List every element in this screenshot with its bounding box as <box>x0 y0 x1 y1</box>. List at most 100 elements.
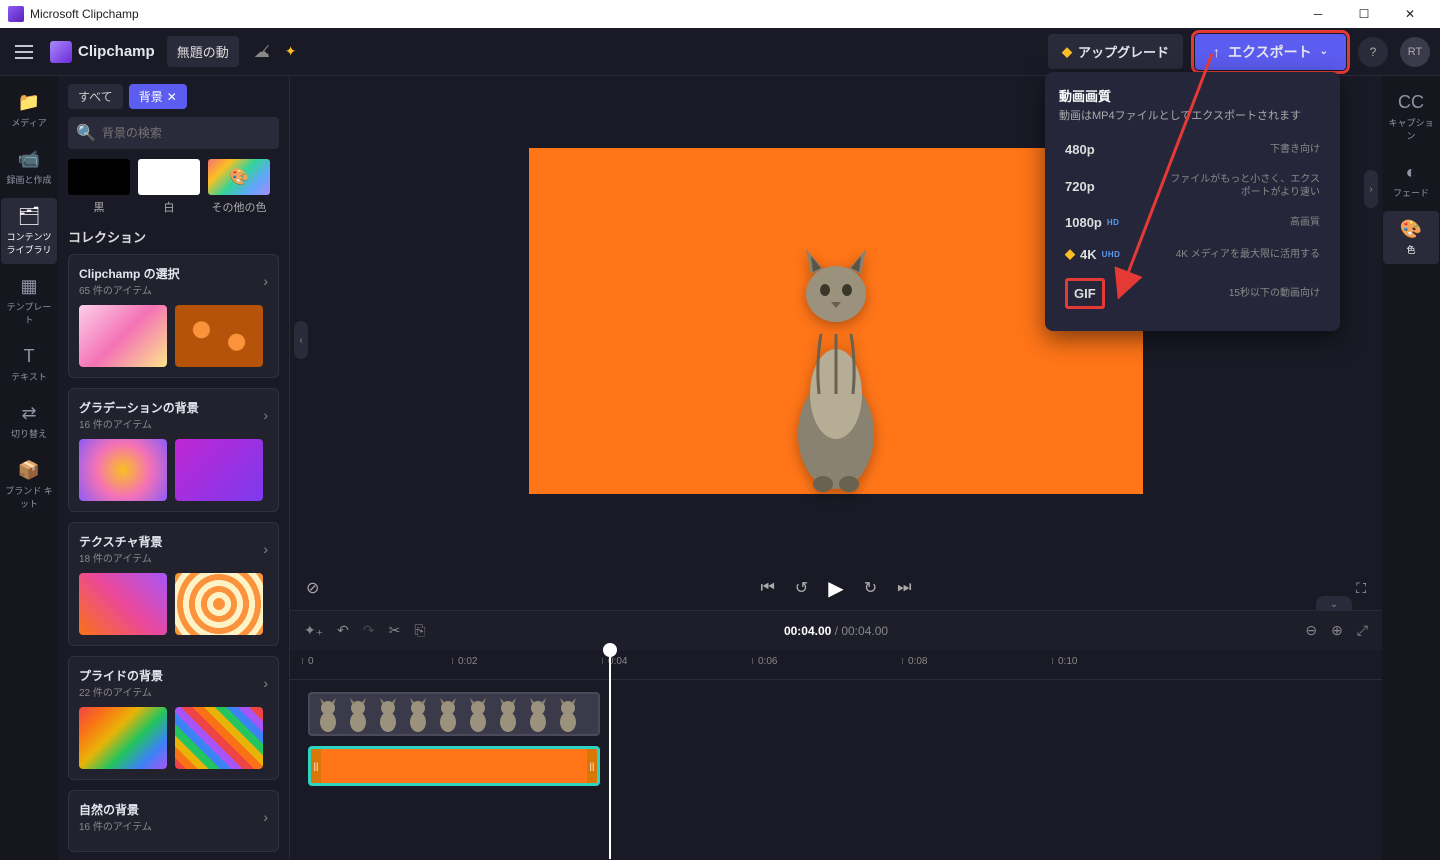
collection-texture[interactable]: テクスチャ背景18 件のアイテム› <box>68 522 279 646</box>
transition-icon: ⇄ <box>21 403 36 424</box>
forward-icon[interactable]: ↻ <box>864 578 877 598</box>
rail-color[interactable]: 🎨色 <box>1383 211 1439 264</box>
fade-icon: ◐ <box>1406 162 1417 183</box>
close-icon[interactable]: ✕ <box>167 90 177 104</box>
user-avatar[interactable]: RT <box>1400 37 1430 67</box>
rail-text[interactable]: Tテキスト <box>1 338 57 391</box>
rail-media[interactable]: 📁メディア <box>1 84 57 137</box>
maximize-button[interactable]: ☐ <box>1342 0 1386 28</box>
undo-icon[interactable]: ↶ <box>337 622 349 639</box>
skip-end-icon[interactable]: ⏭ <box>897 579 911 597</box>
text-icon: T <box>24 346 35 367</box>
cut-icon[interactable]: ✂ <box>389 622 401 639</box>
collection-gradient[interactable]: グラデーションの背景16 件のアイテム› <box>68 388 279 512</box>
chevron-right-icon: › <box>263 541 268 557</box>
left-rail: 📁メディア 📹録画と作成 🗂コンテンツ ライブラリ ▦テンプレート Tテキスト … <box>0 76 58 860</box>
collections-heading: コレクション <box>68 227 279 246</box>
chevron-right-icon: › <box>263 407 268 423</box>
rewind-icon[interactable]: ↺ <box>795 578 808 598</box>
rail-content-library[interactable]: 🗂コンテンツ ライブラリ <box>1 198 57 264</box>
chevron-right-icon: › <box>263 675 268 691</box>
palette-icon: 🎨 <box>1400 219 1422 240</box>
timeline-toolbar: ✦₊ ↶ ↷ ✂ ⎘ 00:04.00 / 00:04.00 ⊖ ⊕ ⤢ <box>290 610 1382 650</box>
search-box[interactable]: 🔍 <box>68 117 279 149</box>
rail-fade[interactable]: ◐フェード <box>1383 154 1439 207</box>
fullscreen-icon[interactable]: ⛶ <box>1356 580 1366 597</box>
cc-icon: CC <box>1398 92 1424 113</box>
brandkit-icon: 📦 <box>18 460 40 481</box>
skip-start-icon[interactable]: ⏮ <box>760 579 774 597</box>
timeline-ruler[interactable]: 0 0:02 0:04 0:06 0:08 0:10 <box>290 650 1382 680</box>
panel-collapse-right[interactable]: › <box>1364 170 1378 208</box>
library-icon: 🗂 <box>18 206 41 227</box>
rail-captions[interactable]: CCキャプション <box>1383 84 1439 150</box>
grid-icon: ▦ <box>20 276 37 297</box>
menu-button[interactable] <box>10 38 38 66</box>
quality-480p[interactable]: 480p下書き向け <box>1059 134 1326 165</box>
collection-clipchamp-picks[interactable]: Clipchamp の選択65 件のアイテム› <box>68 254 279 378</box>
export-button[interactable]: ↑ エクスポート ⌄ <box>1195 34 1346 70</box>
quality-gif[interactable]: GIF15秒以下の動画向け <box>1059 270 1326 317</box>
collection-pride[interactable]: プライドの背景22 件のアイテム› <box>68 656 279 780</box>
export-menu-title: 動画画質 <box>1059 86 1326 105</box>
window-controls: ─ ☐ ✕ <box>1296 0 1432 28</box>
preview-disabled-icon[interactable]: ⊘ <box>306 578 319 598</box>
chevron-down-icon: ⌄ <box>1320 46 1328 57</box>
brand[interactable]: Clipchamp <box>50 41 155 63</box>
timeline-tracks: || || <box>290 680 1382 860</box>
redo-icon[interactable]: ↷ <box>363 622 375 639</box>
export-quality-menu: 動画画質 動画はMP4ファイルとしてエクスポートされます 480p下書き向け 7… <box>1045 72 1340 331</box>
panel-collapse-left[interactable]: ‹ <box>294 321 308 359</box>
auto-icon[interactable]: ✦₊ <box>304 622 323 639</box>
cloud-sync-off-icon[interactable]: ☁̸ <box>251 41 273 63</box>
quality-4k[interactable]: ◆4KUHD4K メディアを最大限に活用する <box>1059 238 1326 270</box>
upgrade-button[interactable]: ◆ アップグレード <box>1048 34 1183 69</box>
zoom-out-icon[interactable]: ⊖ <box>1305 622 1317 639</box>
clip-handle-left[interactable]: || <box>311 749 321 783</box>
split-icon[interactable]: ⎘ <box>414 622 425 639</box>
camera-icon: 📹 <box>18 149 40 170</box>
chevron-right-icon: › <box>263 809 268 825</box>
collection-nature[interactable]: 自然の背景16 件のアイテム› <box>68 790 279 852</box>
filter-background[interactable]: 背景✕ <box>129 84 187 109</box>
background-clip-orange[interactable]: || || <box>308 746 600 786</box>
export-menu-subtitle: 動画はMP4ファイルとしてエクスポートされます <box>1059 109 1326 124</box>
swatch-other[interactable]: 🎨その他の色 <box>208 159 270 215</box>
playhead[interactable] <box>609 650 611 859</box>
play-button[interactable]: ▶ <box>828 576 843 601</box>
titlebar: Microsoft Clipchamp ─ ☐ ✕ <box>0 0 1440 28</box>
minimize-button[interactable]: ─ <box>1296 0 1340 28</box>
folder-icon: 📁 <box>18 92 40 113</box>
playback-bar: ⊘ ⏮ ↺ ▶ ↻ ⏭ ⛶ <box>290 566 1382 610</box>
video-clip-cat[interactable] <box>308 692 600 736</box>
window-title: Microsoft Clipchamp <box>30 7 139 21</box>
fit-icon[interactable]: ⤢ <box>1357 622 1368 639</box>
side-panel: すべて 背景✕ 🔍 黒 白 🎨その他の色 コレクション Clipchamp の選… <box>58 76 290 860</box>
diamond-icon: ◆ <box>1062 44 1072 60</box>
top-toolbar: Clipchamp 無題の動 ☁̸ ✦ ◆ アップグレード ↑ エクスポート ⌄… <box>0 28 1440 76</box>
swatch-white[interactable]: 白 <box>138 159 200 215</box>
timecode: 00:04.00 / 00:04.00 <box>784 624 888 638</box>
zoom-in-icon[interactable]: ⊕ <box>1331 622 1343 639</box>
diamond-icon: ◆ <box>1065 246 1075 262</box>
chevron-right-icon: › <box>263 273 268 289</box>
clipchamp-logo-icon <box>50 41 72 63</box>
quality-720p[interactable]: 720pファイルがもっと小さく、エクスポートがより速い <box>1059 165 1326 207</box>
ai-sparkle-icon[interactable]: ✦ <box>285 43 297 60</box>
rail-record[interactable]: 📹録画と作成 <box>1 141 57 194</box>
swatch-black[interactable]: 黒 <box>68 159 130 215</box>
search-input[interactable] <box>102 126 271 140</box>
upload-icon: ↑ <box>1213 44 1220 60</box>
rail-templates[interactable]: ▦テンプレート <box>1 268 57 334</box>
clip-handle-right[interactable]: || <box>587 749 597 783</box>
right-rail: CCキャプション ◐フェード 🎨色 <box>1382 76 1440 860</box>
rail-transitions[interactable]: ⇄切り替え <box>1 395 57 448</box>
quality-1080p[interactable]: 1080pHD高画質 <box>1059 207 1326 238</box>
filter-all[interactable]: すべて <box>68 84 123 109</box>
help-button[interactable]: ? <box>1358 37 1388 67</box>
cat-subject <box>771 234 901 494</box>
rail-brandkit[interactable]: 📦ブランド キット <box>1 452 57 518</box>
search-icon: 🔍 <box>76 123 96 143</box>
project-title[interactable]: 無題の動 <box>167 36 239 67</box>
close-button[interactable]: ✕ <box>1388 0 1432 28</box>
